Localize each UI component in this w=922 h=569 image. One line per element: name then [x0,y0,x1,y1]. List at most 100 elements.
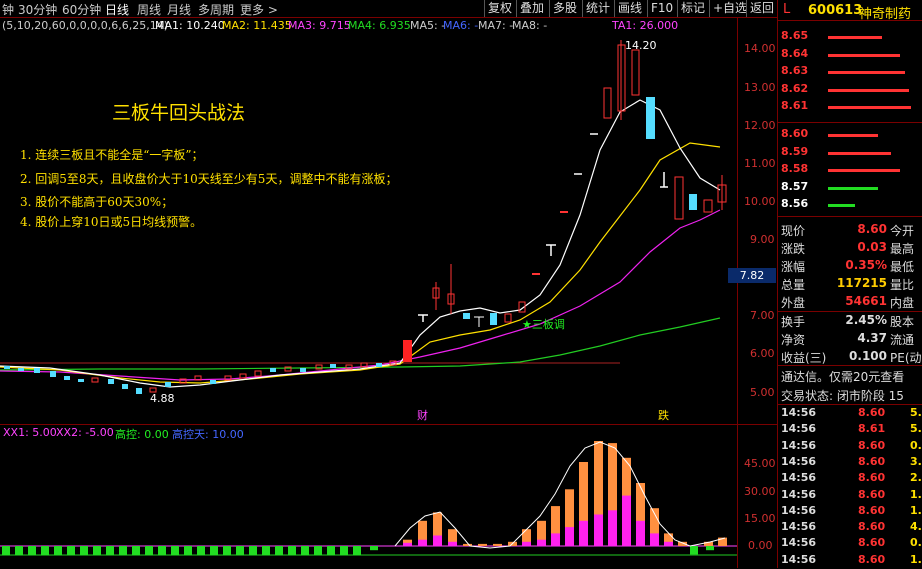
add-watchlist-button[interactable]: +自选 [709,0,750,17]
stat-label: 净资 [781,333,806,347]
neg-bar [184,546,192,556]
neg-bar [15,546,23,556]
neg-bar [288,546,296,556]
ask-row[interactable]: 8.63 [778,64,922,81]
neg-bar [197,546,205,556]
tick-price: 8.60 [858,503,886,517]
period-tab-60min[interactable]: 60分钟 [62,1,101,18]
period-tab-multi[interactable]: 多周期 [198,1,234,18]
period-tab-monthly[interactable]: 月线 [167,1,191,18]
magenta-bar [608,510,617,546]
stat-label-right: 最低 [890,260,915,274]
period-tab-min[interactable]: 钟 [2,1,14,18]
mark-button[interactable]: 标记 [677,0,708,17]
bid-row[interactable]: 8.56 [778,197,922,214]
bid-row[interactable]: 8.60 [778,127,922,144]
f10-button[interactable]: F10 [647,0,676,17]
back-button[interactable]: 返回 [746,0,777,17]
strategy-title: 三板牛回头战法 [112,102,246,124]
bid-row[interactable]: 8.58 [778,162,922,179]
sub-y-tick-30: 30.00 [744,485,776,498]
overlay-button[interactable]: 叠加 [516,0,547,17]
period-toolbar: 钟 30分钟 60分钟 日线 周线 月线 多周期 更多 > 复权 叠加 多股 统… [0,0,778,18]
order-price: 8.60 [781,127,809,140]
stat-value: 117215 [836,276,887,290]
tick-row: 14:56 8.60 3. [778,455,922,471]
order-volume-bar [828,186,878,190]
magenta-bar [551,533,560,546]
neg-bar [171,546,179,556]
order-price: 8.56 [781,197,809,210]
caibao-marker[interactable]: 财 [417,407,428,423]
multi-stock-button[interactable]: 多股 [549,0,580,17]
stat-row: 收益(三) 0.100 PE(动 [778,349,922,365]
period-tab-30min[interactable]: 30分钟 [18,1,57,18]
ask-row[interactable]: 8.65 [778,29,922,46]
stock-name[interactable]: 神奇制药 [859,3,911,22]
neg-bar [41,546,49,556]
tick-time: 14:56 [781,520,817,534]
tick-price: 8.60 [858,520,886,534]
draw-line-button[interactable]: 画线 [614,0,645,17]
ask-row[interactable]: 8.61 [778,99,922,116]
neg-bar [145,546,153,556]
order-volume-bar [828,169,900,172]
stat-value: 54661 [845,294,887,308]
ask-row[interactable]: 8.64 [778,47,922,64]
stat-label-right: 股本 [890,315,915,329]
ma3-line [0,209,721,381]
order-price: 8.59 [781,144,809,158]
period-tab-more[interactable]: 更多 > [240,1,278,18]
neg-bar [275,546,283,556]
stats-button[interactable]: 统计 [582,0,613,17]
high-label: 14.20 [625,39,657,52]
magenta-bar [664,541,673,546]
magenta-bar [579,520,588,546]
y-tick-9: 9.00 [750,233,775,246]
stat-label-right: 今开 [890,224,915,238]
notice-text[interactable]: 通达信。仅需20元查看 [781,368,904,385]
stats-divider-2 [778,365,922,366]
order-volume-bar [828,36,882,39]
period-tab-daily[interactable]: 日线 [105,1,129,18]
tick-price: 8.60 [858,471,886,485]
neg-bar [106,546,114,556]
period-tab-weekly[interactable]: 周线 [137,1,161,18]
stat-label-right: 流通 [890,333,915,347]
stat-value: 8.60 [857,222,887,236]
drop-marker[interactable]: 跌 [658,407,669,423]
magenta-bar [537,539,546,546]
tick-time: 14:56 [781,406,817,419]
tick-time: 14:56 [781,487,817,501]
bid-row[interactable]: 8.57 [778,180,922,197]
ask-row[interactable]: 8.62 [778,82,922,99]
neg-bar [210,546,218,556]
neg-bar [706,546,714,551]
indicator-chart[interactable] [0,436,737,568]
magenta-bar [448,541,457,546]
neg-bar [301,546,309,556]
order-price: 8.61 [781,99,809,112]
tick-volume: 4. [910,520,922,534]
fuquan-button[interactable]: 复权 [484,0,515,17]
order-volume-bar [828,151,891,155]
bid-row[interactable]: 8.59 [778,145,922,162]
strategy-rule-2: 2. 回调5至8天，且收盘价大于10天线至少有5天，调整中不能有涨板； [20,172,398,186]
neg-bar [314,546,322,556]
order-price: 8.62 [781,81,809,95]
tick-price: 8.60 [858,454,886,468]
stat-label: 涨跌 [781,242,806,256]
stock-code[interactable]: 600613 [808,3,862,18]
tick-price: 8.60 [858,536,886,550]
order-price: 8.58 [781,162,809,175]
magenta-bar [403,542,412,546]
tick-time: 14:56 [781,471,817,485]
stat-label-right: PE(动 [890,351,922,365]
current-price-tag: 7.82 [728,268,776,283]
stats-divider [778,311,922,312]
ma1-line [0,99,721,388]
tick-row: 14:56 8.60 0. [778,536,922,552]
quote-panel: L 600613 神奇制药 8.65 8.64 8.63 8.62 8.61 8.60 8… [777,0,922,568]
neg-bar [223,546,231,556]
neg-bar [340,546,348,556]
